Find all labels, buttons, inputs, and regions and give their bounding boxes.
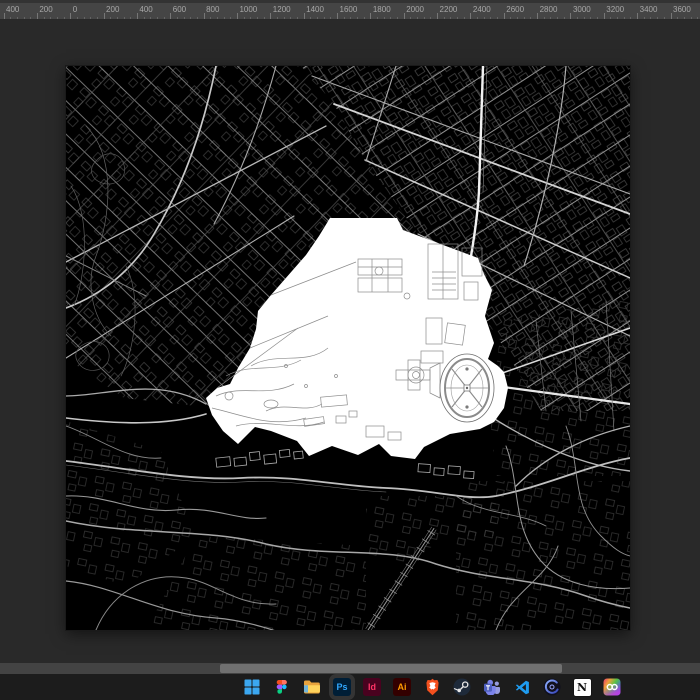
ruler-label: 600 bbox=[172, 5, 187, 14]
taskbar-button-figma[interactable] bbox=[272, 677, 292, 697]
ruler-label: 800 bbox=[206, 5, 220, 14]
illustrator-icon: Ai bbox=[393, 678, 411, 696]
ruler-label: 1400 bbox=[306, 5, 324, 14]
ruler-label: 200 bbox=[106, 5, 120, 14]
taskbar-button-photoshop[interactable]: Ps bbox=[332, 677, 352, 697]
taskbar-button-windows-start[interactable] bbox=[242, 677, 262, 697]
adobe-creative-cloud-icon bbox=[603, 678, 621, 696]
horizontal-scrollbar[interactable] bbox=[0, 663, 700, 674]
taskbar-button-illustrator[interactable]: Ai bbox=[392, 677, 412, 697]
brave-icon bbox=[425, 678, 439, 696]
document-canvas[interactable] bbox=[66, 66, 630, 630]
ruler-label: 1800 bbox=[372, 5, 391, 14]
taskbar-button-teams[interactable] bbox=[482, 677, 502, 697]
ruler-label: 0 bbox=[72, 5, 78, 14]
photoshop-icon: Ps bbox=[333, 678, 351, 696]
vscode-icon bbox=[515, 680, 529, 694]
taskbar-button-steam[interactable] bbox=[452, 677, 472, 697]
file-explorer-icon bbox=[304, 680, 320, 694]
taskbar-button-cinema4d[interactable] bbox=[542, 677, 562, 697]
microsoft-teams-icon bbox=[484, 679, 500, 695]
ruler-label: 1600 bbox=[339, 5, 358, 14]
cinema-4d-icon bbox=[543, 678, 561, 696]
taskbar-button-notion[interactable]: N bbox=[572, 677, 592, 697]
vatican-map bbox=[66, 66, 630, 630]
ruler-label: 2000 bbox=[406, 5, 424, 14]
ruler-label: 1000 bbox=[239, 5, 258, 14]
steam-icon bbox=[453, 678, 471, 696]
top-ruler[interactable]: 400 200 0 200 400 600 800 1000 1200 1400 1600 1800 2… bbox=[0, 3, 700, 20]
figma-icon bbox=[276, 680, 287, 694]
photoshop-window: 400 200 0 200 400 600 800 1000 1200 1400 1600 1800 2… bbox=[0, 0, 700, 700]
ruler-label: 400 bbox=[6, 5, 20, 14]
taskbar-icon-group: Ps Id Ai N bbox=[242, 674, 622, 700]
taskbar-button-file-explorer[interactable] bbox=[302, 677, 322, 697]
st-peters-square bbox=[439, 353, 495, 423]
scrollbar-thumb[interactable] bbox=[220, 664, 562, 673]
windows-taskbar: Ps Id Ai N bbox=[0, 674, 700, 700]
notion-icon: N bbox=[572, 677, 592, 697]
windows-start-icon bbox=[244, 679, 260, 695]
ruler-label: 3200 bbox=[606, 5, 625, 14]
ruler-label: 2400 bbox=[472, 5, 491, 14]
taskbar-button-creative-cloud[interactable] bbox=[602, 677, 622, 697]
ruler-label: 3600 bbox=[673, 5, 691, 14]
ruler-label: 2800 bbox=[539, 5, 558, 14]
ruler-label: 2600 bbox=[506, 5, 525, 14]
ruler-label: 200 bbox=[39, 5, 53, 14]
taskbar-button-vscode[interactable] bbox=[512, 677, 532, 697]
canvas-workspace bbox=[0, 19, 700, 663]
taskbar-button-brave[interactable] bbox=[422, 677, 442, 697]
ruler-label: 3000 bbox=[572, 5, 591, 14]
ruler-label: 2200 bbox=[439, 5, 458, 14]
ruler-label: 3400 bbox=[639, 5, 658, 14]
ruler-label: 400 bbox=[139, 5, 153, 14]
indesign-icon: Id bbox=[363, 678, 381, 696]
taskbar-button-indesign[interactable]: Id bbox=[362, 677, 382, 697]
ruler-label: 1200 bbox=[272, 5, 291, 14]
